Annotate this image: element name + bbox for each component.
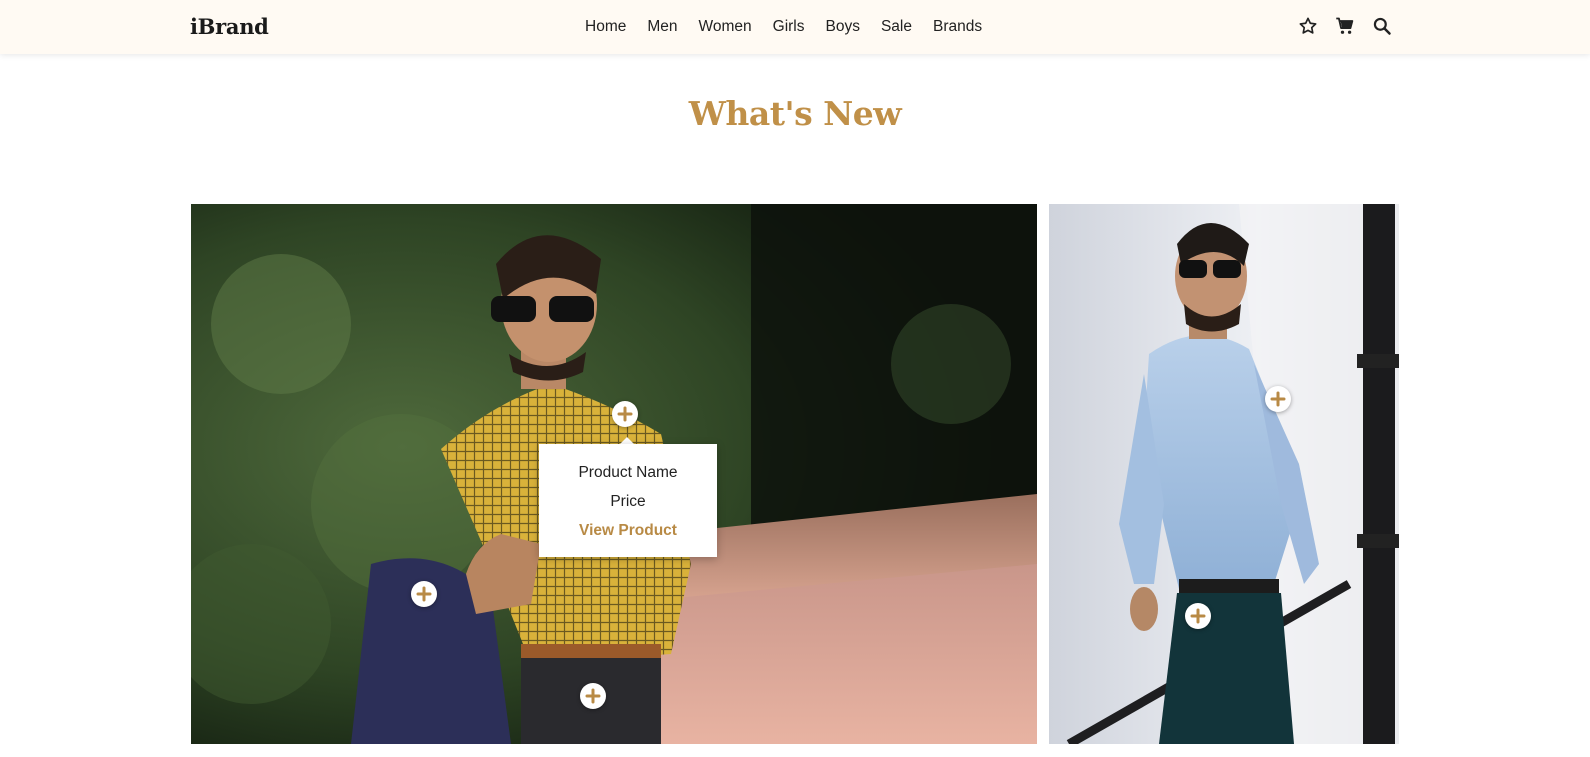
product-photo-blue-shirt [1049, 204, 1399, 744]
plus-icon [416, 586, 432, 602]
photo-blue-shirt-illustration [1049, 204, 1399, 744]
main-nav: Home Men Women Girls Boys Sale Brands [585, 18, 982, 36]
nav-item-brands[interactable]: Brands [933, 18, 982, 36]
hotspot-jacket[interactable] [411, 581, 437, 607]
hotspot-blue-shirt[interactable] [1265, 386, 1291, 412]
plus-icon [1190, 608, 1206, 624]
nav-item-sale[interactable]: Sale [881, 18, 912, 36]
brand-logo[interactable]: iBrand [190, 14, 269, 39]
nav-item-men[interactable]: Men [647, 18, 677, 36]
top-navbar: iBrand Home Men Women Girls Boys Sale Br… [0, 0, 1590, 54]
view-product-link[interactable]: View Product [539, 522, 717, 540]
plus-icon [617, 406, 633, 422]
header-actions [1298, 16, 1392, 36]
cart-icon[interactable] [1335, 16, 1355, 36]
product-popup: Product Name Price View Product [539, 444, 717, 557]
section-title: What's New [688, 94, 902, 133]
plus-icon [1270, 391, 1286, 407]
nav-item-women[interactable]: Women [699, 18, 752, 36]
search-icon[interactable] [1372, 16, 1392, 36]
plus-icon [585, 688, 601, 704]
popup-product-name: Product Name [578, 464, 678, 481]
nav-item-boys[interactable]: Boys [826, 18, 860, 36]
nav-item-girls[interactable]: Girls [773, 18, 805, 36]
hotspot-green-trousers[interactable] [1185, 603, 1211, 629]
nav-item-home[interactable]: Home [585, 18, 626, 36]
hotspot-shirt[interactable] [612, 401, 638, 427]
popup-price: Price [610, 493, 646, 510]
hotspot-trousers[interactable] [580, 683, 606, 709]
star-icon[interactable] [1298, 16, 1318, 36]
